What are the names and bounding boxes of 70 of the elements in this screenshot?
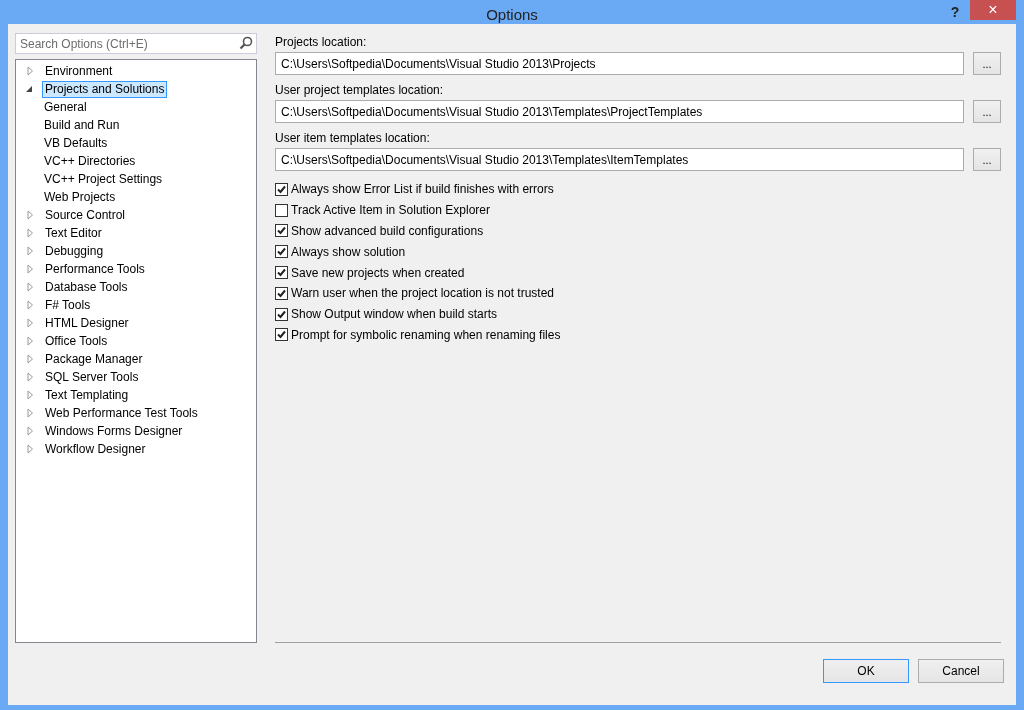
dialog-button[interactable]: OK xyxy=(823,659,909,683)
checkbox-label: Track Active Item in Solution Explorer xyxy=(291,202,490,220)
checkbox[interactable] xyxy=(275,245,288,259)
expand-arrow-icon[interactable] xyxy=(27,336,33,346)
collapse-arrow-icon[interactable] xyxy=(26,86,32,92)
tree-item[interactable]: Windows Forms Designer xyxy=(42,422,186,440)
checkbox-label: Show Output window when build starts xyxy=(291,306,498,324)
tree-item[interactable]: F# Tools xyxy=(42,296,94,314)
tree-item[interactable]: Build and Run xyxy=(41,116,123,134)
tree-item[interactable]: SQL Server Tools xyxy=(42,368,142,386)
expand-arrow-icon[interactable] xyxy=(27,228,33,238)
path-field[interactable]: C:\Users\Softpedia\Documents\Visual Studio 2013\Templates\ItemTemplates xyxy=(275,148,964,171)
checkbox[interactable] xyxy=(275,224,288,238)
expand-arrow-icon[interactable] xyxy=(27,318,33,328)
expand-arrow-icon[interactable] xyxy=(27,66,33,76)
checkbox-label: Save new projects when created xyxy=(291,264,465,282)
tree-item[interactable]: Database Tools xyxy=(42,278,131,296)
checkbox-label: Prompt for symbolic renaming when renaming files xyxy=(291,326,561,344)
dialog-button[interactable]: Cancel xyxy=(918,659,1004,683)
tree-item[interactable]: Projects and Solutions xyxy=(42,80,168,98)
tree-item[interactable]: HTML Designer xyxy=(42,314,132,332)
tree-item[interactable]: VB Defaults xyxy=(41,134,111,152)
expand-arrow-icon[interactable] xyxy=(27,282,33,292)
expand-arrow-icon[interactable] xyxy=(27,264,33,274)
path-field[interactable]: C:\Users\Softpedia\Documents\Visual Studio 2013\Templates\ProjectTemplates xyxy=(275,100,964,123)
tree-item[interactable]: Text Editor xyxy=(42,224,105,242)
path-field[interactable]: C:\Users\Softpedia\Documents\Visual Studio 2013\Projects xyxy=(275,52,964,75)
expand-arrow-icon[interactable] xyxy=(27,372,33,382)
expand-arrow-icon[interactable] xyxy=(27,426,33,436)
tree-item[interactable]: Package Manager xyxy=(42,350,146,368)
window-title: Options xyxy=(486,6,538,24)
checkbox[interactable] xyxy=(275,266,288,280)
checkbox[interactable] xyxy=(275,203,288,217)
expand-arrow-icon[interactable] xyxy=(27,408,33,418)
expand-arrow-icon[interactable] xyxy=(27,246,33,256)
expand-arrow-icon[interactable] xyxy=(27,444,33,454)
checkbox[interactable] xyxy=(275,182,288,196)
field-label: User item templates location: xyxy=(275,130,431,147)
search-field[interactable]: Search Options (Ctrl+E) xyxy=(15,33,257,54)
checkbox-label: Always show Error List if build finishes with errors xyxy=(291,181,554,199)
checkbox-label: Always show solution xyxy=(291,243,406,261)
tree-item[interactable]: VC++ Directories xyxy=(41,152,139,170)
tree-item[interactable]: Debugging xyxy=(42,242,107,260)
tree-item[interactable]: Office Tools xyxy=(42,332,111,350)
browse-button[interactable]: ... xyxy=(973,100,1001,123)
close-button[interactable]: × xyxy=(970,0,1016,20)
expand-arrow-icon[interactable] xyxy=(27,354,33,364)
tree-item[interactable]: Text Templating xyxy=(42,386,132,404)
tree-item[interactable]: Web Performance Test Tools xyxy=(42,404,201,422)
expand-arrow-icon[interactable] xyxy=(27,300,33,310)
tree-item[interactable]: Environment xyxy=(42,62,116,80)
checkbox[interactable] xyxy=(275,328,288,342)
field-label: Projects location: xyxy=(275,34,368,51)
tree-item[interactable]: Workflow Designer xyxy=(42,440,149,458)
tree-item[interactable]: VC++ Project Settings xyxy=(41,170,166,188)
checkbox-label: Warn user when the project location is not trusted xyxy=(291,285,555,303)
browse-button[interactable]: ... xyxy=(973,52,1001,75)
tree-item[interactable]: Performance Tools xyxy=(42,260,148,278)
field-label: User project templates location: xyxy=(275,82,445,99)
tree-item[interactable]: Web Projects xyxy=(41,188,119,206)
browse-button[interactable]: ... xyxy=(973,148,1001,171)
expand-arrow-icon[interactable] xyxy=(27,390,33,400)
checkbox[interactable] xyxy=(275,307,288,321)
checkbox-label: Show advanced build configurations xyxy=(291,223,484,240)
search-icon xyxy=(239,36,253,50)
checkbox[interactable] xyxy=(275,286,288,300)
tree-item[interactable]: Source Control xyxy=(42,206,129,224)
expand-arrow-icon[interactable] xyxy=(27,210,33,220)
help-button[interactable]: ? xyxy=(940,2,970,22)
tree-item[interactable]: General xyxy=(41,98,90,116)
